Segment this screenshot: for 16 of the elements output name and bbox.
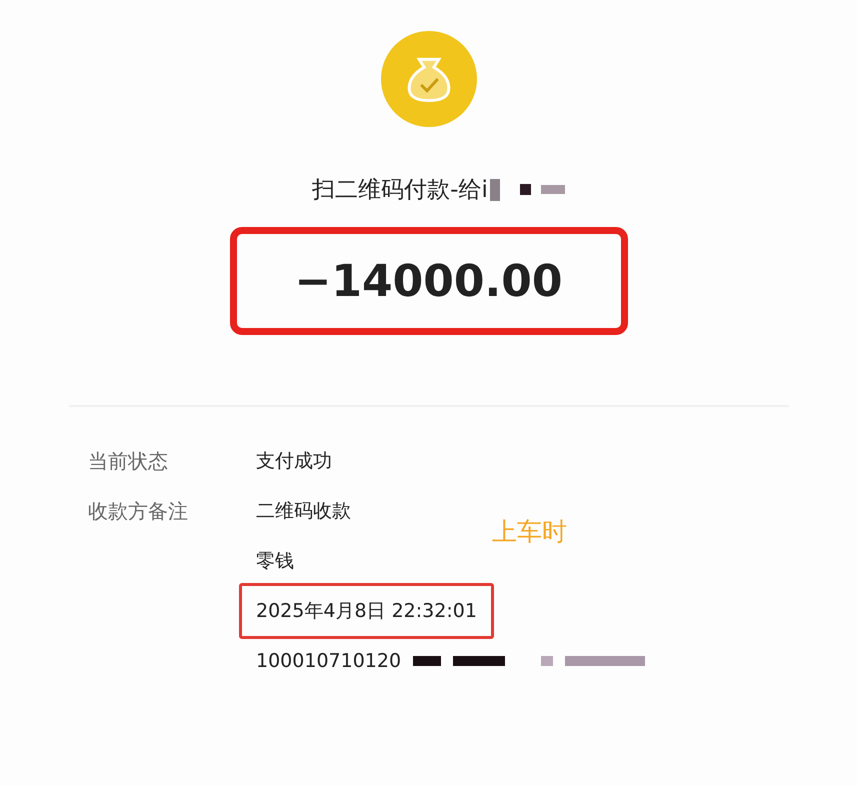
redaction-mark bbox=[520, 184, 531, 195]
redaction-mark bbox=[490, 178, 500, 200]
redaction-mark bbox=[541, 656, 554, 666]
detail-value: 二维码收款 bbox=[256, 499, 351, 524]
amount: −14000.00 bbox=[294, 256, 562, 306]
redaction-mark bbox=[453, 656, 506, 666]
money-bag-icon bbox=[380, 30, 478, 128]
redaction-mark bbox=[540, 185, 565, 194]
annotation-text: 上车时 bbox=[492, 516, 567, 548]
detail-value: 支付成功 bbox=[256, 449, 332, 474]
detail-value: 100010710120 bbox=[256, 650, 402, 672]
detail-value: 零钱 bbox=[256, 549, 294, 574]
payee-title: 扫二维码付款-给i bbox=[312, 176, 488, 205]
detail-value: 2025年4月8日 22:32:01 bbox=[256, 599, 477, 624]
detail-label: 当前状态 bbox=[88, 448, 168, 472]
detail-label: 收款方备注 bbox=[88, 498, 188, 522]
